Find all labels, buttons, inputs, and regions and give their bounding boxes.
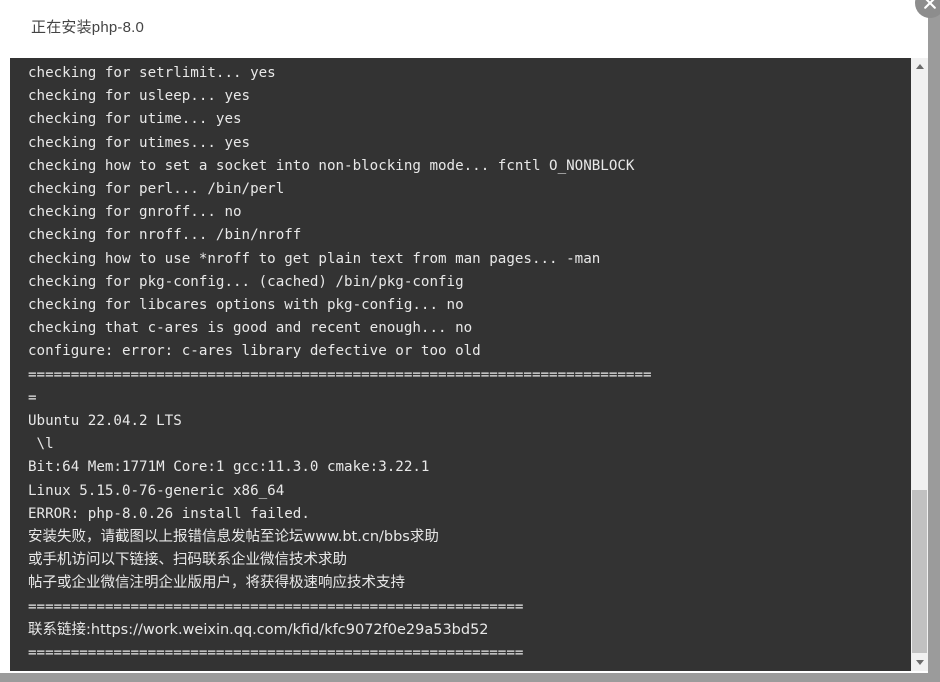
close-icon [924,0,936,9]
console-line: Bit:64 Mem:1771M Core:1 gcc:11.3.0 cmake… [28,459,430,476]
console-line: 联系链接:https://work.weixin.qq.com/kfid/kfc… [28,621,489,638]
console-line: Ubuntu 22.04.2 LTS [28,413,182,430]
console-scrollbar[interactable] [911,58,928,671]
console-line: 帖子或企业微信注明企业版用户，将获得极速响应技术支持 [28,575,405,592]
console-line: checking that c-ares is good and recent … [28,320,473,337]
console-line: 或手机访问以下链接、扫码联系企业微信技术求助 [28,552,347,569]
console-output-panel: checking for setrlimit... yes checking fo… [10,58,928,671]
dialog-title: 正在安装php-8.0 [31,19,145,36]
console-line: Linux 5.15.0-76-generic x86_64 [28,482,285,499]
console-line: ========================================… [28,366,652,383]
console-line: checking for utimes... yes [28,134,251,151]
chevron-down-icon [916,660,924,665]
console-line: configure: error: c-ares library defecti… [28,343,481,360]
console-line: ========================================… [28,598,524,615]
console-line: checking how to use *nroff to get plain … [28,250,601,267]
chevron-up-icon [916,64,924,69]
scroll-down-button[interactable] [911,654,928,671]
console-line: checking how to set a socket into non-bl… [28,157,635,174]
console-line: checking for pkg-config... (cached) /bin… [28,273,464,290]
console-line: checking for nroff... /bin/nroff [28,227,302,244]
dialog-header: 正在安装php-8.0 [0,0,928,57]
console-line: checking for gnroff... no [28,204,242,221]
scroll-up-button[interactable] [911,58,928,75]
console-line: checking for utime... yes [28,111,242,128]
console-line: ERROR: php-8.0.26 install failed. [28,505,310,522]
console-line: checking for setrlimit... yes [28,65,276,81]
console-line: checking for libcares options with pkg-c… [28,297,464,314]
console-line: \l [28,436,54,453]
install-progress-dialog: 正在安装php-8.0 checking for setrlimit... ye… [0,0,928,673]
console-line: checking for usleep... yes [28,88,251,105]
console-line: 安装失败，请截图以上报错信息发帖至论坛www.bt.cn/bbs求助 [28,529,439,546]
console-log-text[interactable]: checking for setrlimit... yes checking fo… [10,58,911,671]
console-line: = [28,389,37,406]
console-line: checking for perl... /bin/perl [28,181,285,198]
scrollbar-thumb[interactable] [912,490,927,653]
console-line: ========================================… [28,645,524,662]
